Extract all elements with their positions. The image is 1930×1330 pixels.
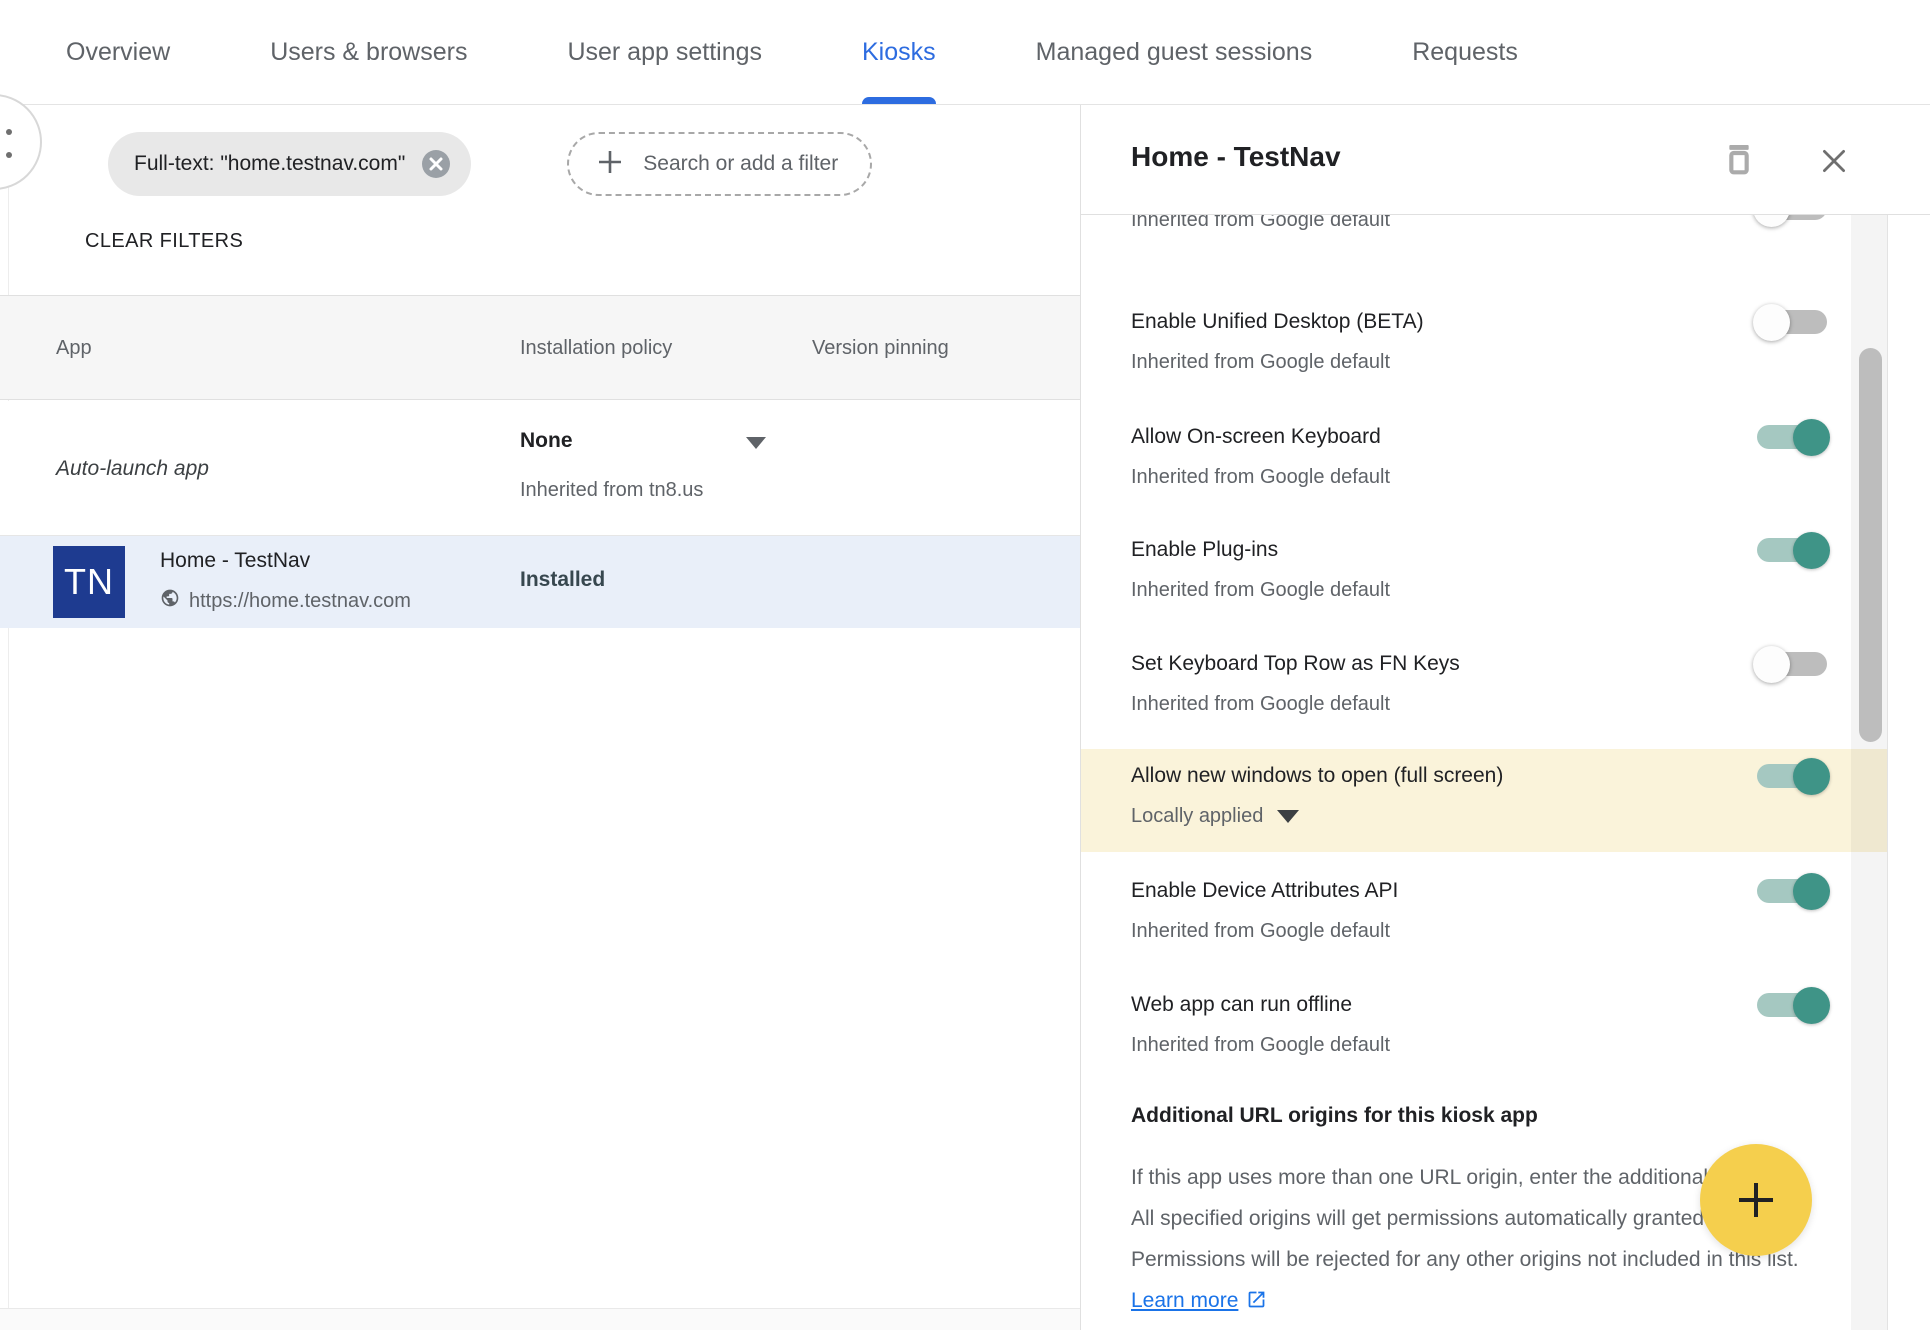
toggle-switch[interactable]: [1757, 764, 1827, 788]
panel-header: Home - TestNav: [1081, 105, 1930, 215]
tab-user-app-settings[interactable]: User app settings: [567, 0, 762, 104]
testnav-app-icon: TN: [53, 546, 125, 618]
close-icon[interactable]: [1817, 144, 1851, 178]
setting-row-plugins: Enable Plug-ins Inherited from Google de…: [1081, 536, 1887, 604]
setting-status: Inherited from Google default: [1131, 463, 1390, 491]
additional-origins-heading: Additional URL origins for this kiosk ap…: [1131, 1104, 1538, 1128]
toggle-switch[interactable]: [1757, 215, 1827, 220]
kiosk-apps-screen: Overview Users & browsers User app setti…: [0, 0, 1930, 1330]
setting-status: Inherited from Google default: [1131, 1031, 1390, 1059]
tab-kiosks[interactable]: Kiosks: [862, 0, 936, 104]
panel-title: Home - TestNav: [1131, 141, 1341, 173]
tab-bar: Overview Users & browsers User app setti…: [0, 0, 1930, 105]
setting-status: Inherited from Google default: [1131, 215, 1390, 234]
left-edge-divider: [8, 105, 9, 1308]
active-filter-chip[interactable]: Full-text: "home.testnav.com": [108, 132, 471, 196]
search-filter-placeholder: Search or add a filter: [643, 152, 838, 176]
setting-row-onscreen-keyboard: Allow On-screen Keyboard Inherited from …: [1081, 423, 1887, 491]
clear-filters-button[interactable]: CLEAR FILTERS: [85, 230, 243, 253]
panel-scrollbar-thumb[interactable]: [1859, 348, 1882, 742]
setting-status: Inherited from Google default: [1131, 917, 1390, 945]
globe-icon: [160, 588, 180, 614]
column-installation-policy: Installation policy: [520, 296, 672, 401]
auto-launch-policy-dropdown[interactable]: None: [520, 429, 573, 453]
auto-launch-inherited-label: Inherited from tn8.us: [520, 479, 703, 502]
tab-managed-guest-sessions[interactable]: Managed guest sessions: [1036, 0, 1313, 104]
bottom-strip: [0, 1308, 1080, 1330]
setting-row-new-windows: Allow new windows to open (full screen) …: [1081, 749, 1887, 852]
chevron-down-icon[interactable]: [746, 437, 766, 449]
table-row-home-testnav[interactable]: TN Home - TestNav https://home.testnav.c…: [0, 536, 1080, 628]
setting-row-fn-keys: Set Keyboard Top Row as FN Keys Inherite…: [1081, 650, 1887, 718]
filter-bar: Full-text: "home.testnav.com" Search or …: [108, 132, 872, 196]
chevron-down-icon[interactable]: [1277, 810, 1299, 823]
setting-status: Inherited from Google default: [1131, 690, 1390, 718]
column-version-pinning: Version pinning: [812, 296, 949, 401]
auto-launch-label: Auto-launch app: [56, 457, 209, 481]
delete-icon[interactable]: [1718, 138, 1760, 180]
table-header: App Installation policy Version pinning: [0, 295, 1080, 400]
remove-filter-icon[interactable]: [421, 149, 451, 179]
setting-row-device-attributes: Enable Device Attributes API Inherited f…: [1081, 877, 1887, 945]
tab-overview[interactable]: Overview: [66, 0, 170, 104]
plus-icon: [595, 147, 625, 182]
toggle-switch[interactable]: [1757, 879, 1827, 903]
app-url-label: https://home.testnav.com: [189, 590, 411, 613]
app-settings-panel: Home - TestNav Inherited from Google def…: [1080, 105, 1930, 1330]
setting-row-clipped: Inherited from Google default: [1081, 215, 1887, 234]
tab-users-browsers[interactable]: Users & browsers: [270, 0, 467, 104]
table-row-auto-launch: Auto-launch app None Inherited from tn8.…: [0, 401, 1080, 536]
setting-status: Inherited from Google default: [1131, 576, 1390, 604]
installed-status: Installed: [520, 568, 605, 592]
settings-list: Inherited from Google default Enable Uni…: [1081, 215, 1930, 1330]
setting-status: Inherited from Google default: [1131, 348, 1390, 376]
panel-scrollbar-track: [1851, 215, 1888, 1330]
toggle-switch[interactable]: [1757, 538, 1827, 562]
column-app: App: [56, 296, 92, 401]
apps-list-pane: Full-text: "home.testnav.com" Search or …: [0, 105, 1080, 1330]
filter-chip-label: Full-text: "home.testnav.com": [134, 152, 405, 176]
app-name: Home - TestNav: [160, 549, 310, 573]
add-origin-fab[interactable]: [1700, 1144, 1812, 1256]
setting-row-offline: Web app can run offline Inherited from G…: [1081, 991, 1887, 1059]
toggle-switch[interactable]: [1757, 652, 1827, 676]
toggle-switch[interactable]: [1757, 310, 1827, 334]
add-filter-chip[interactable]: Search or add a filter: [567, 132, 872, 196]
setting-status: Locally applied: [1131, 802, 1263, 830]
toggle-switch[interactable]: [1757, 425, 1827, 449]
learn-more-link[interactable]: Learn more: [1131, 1289, 1238, 1312]
locally-applied-dropdown[interactable]: Locally applied: [1131, 802, 1887, 830]
toggle-switch[interactable]: [1757, 993, 1827, 1017]
setting-row-unified-desktop: Enable Unified Desktop (BETA) Inherited …: [1081, 308, 1887, 376]
tab-requests[interactable]: Requests: [1412, 0, 1518, 104]
external-link-icon: [1246, 1283, 1267, 1324]
